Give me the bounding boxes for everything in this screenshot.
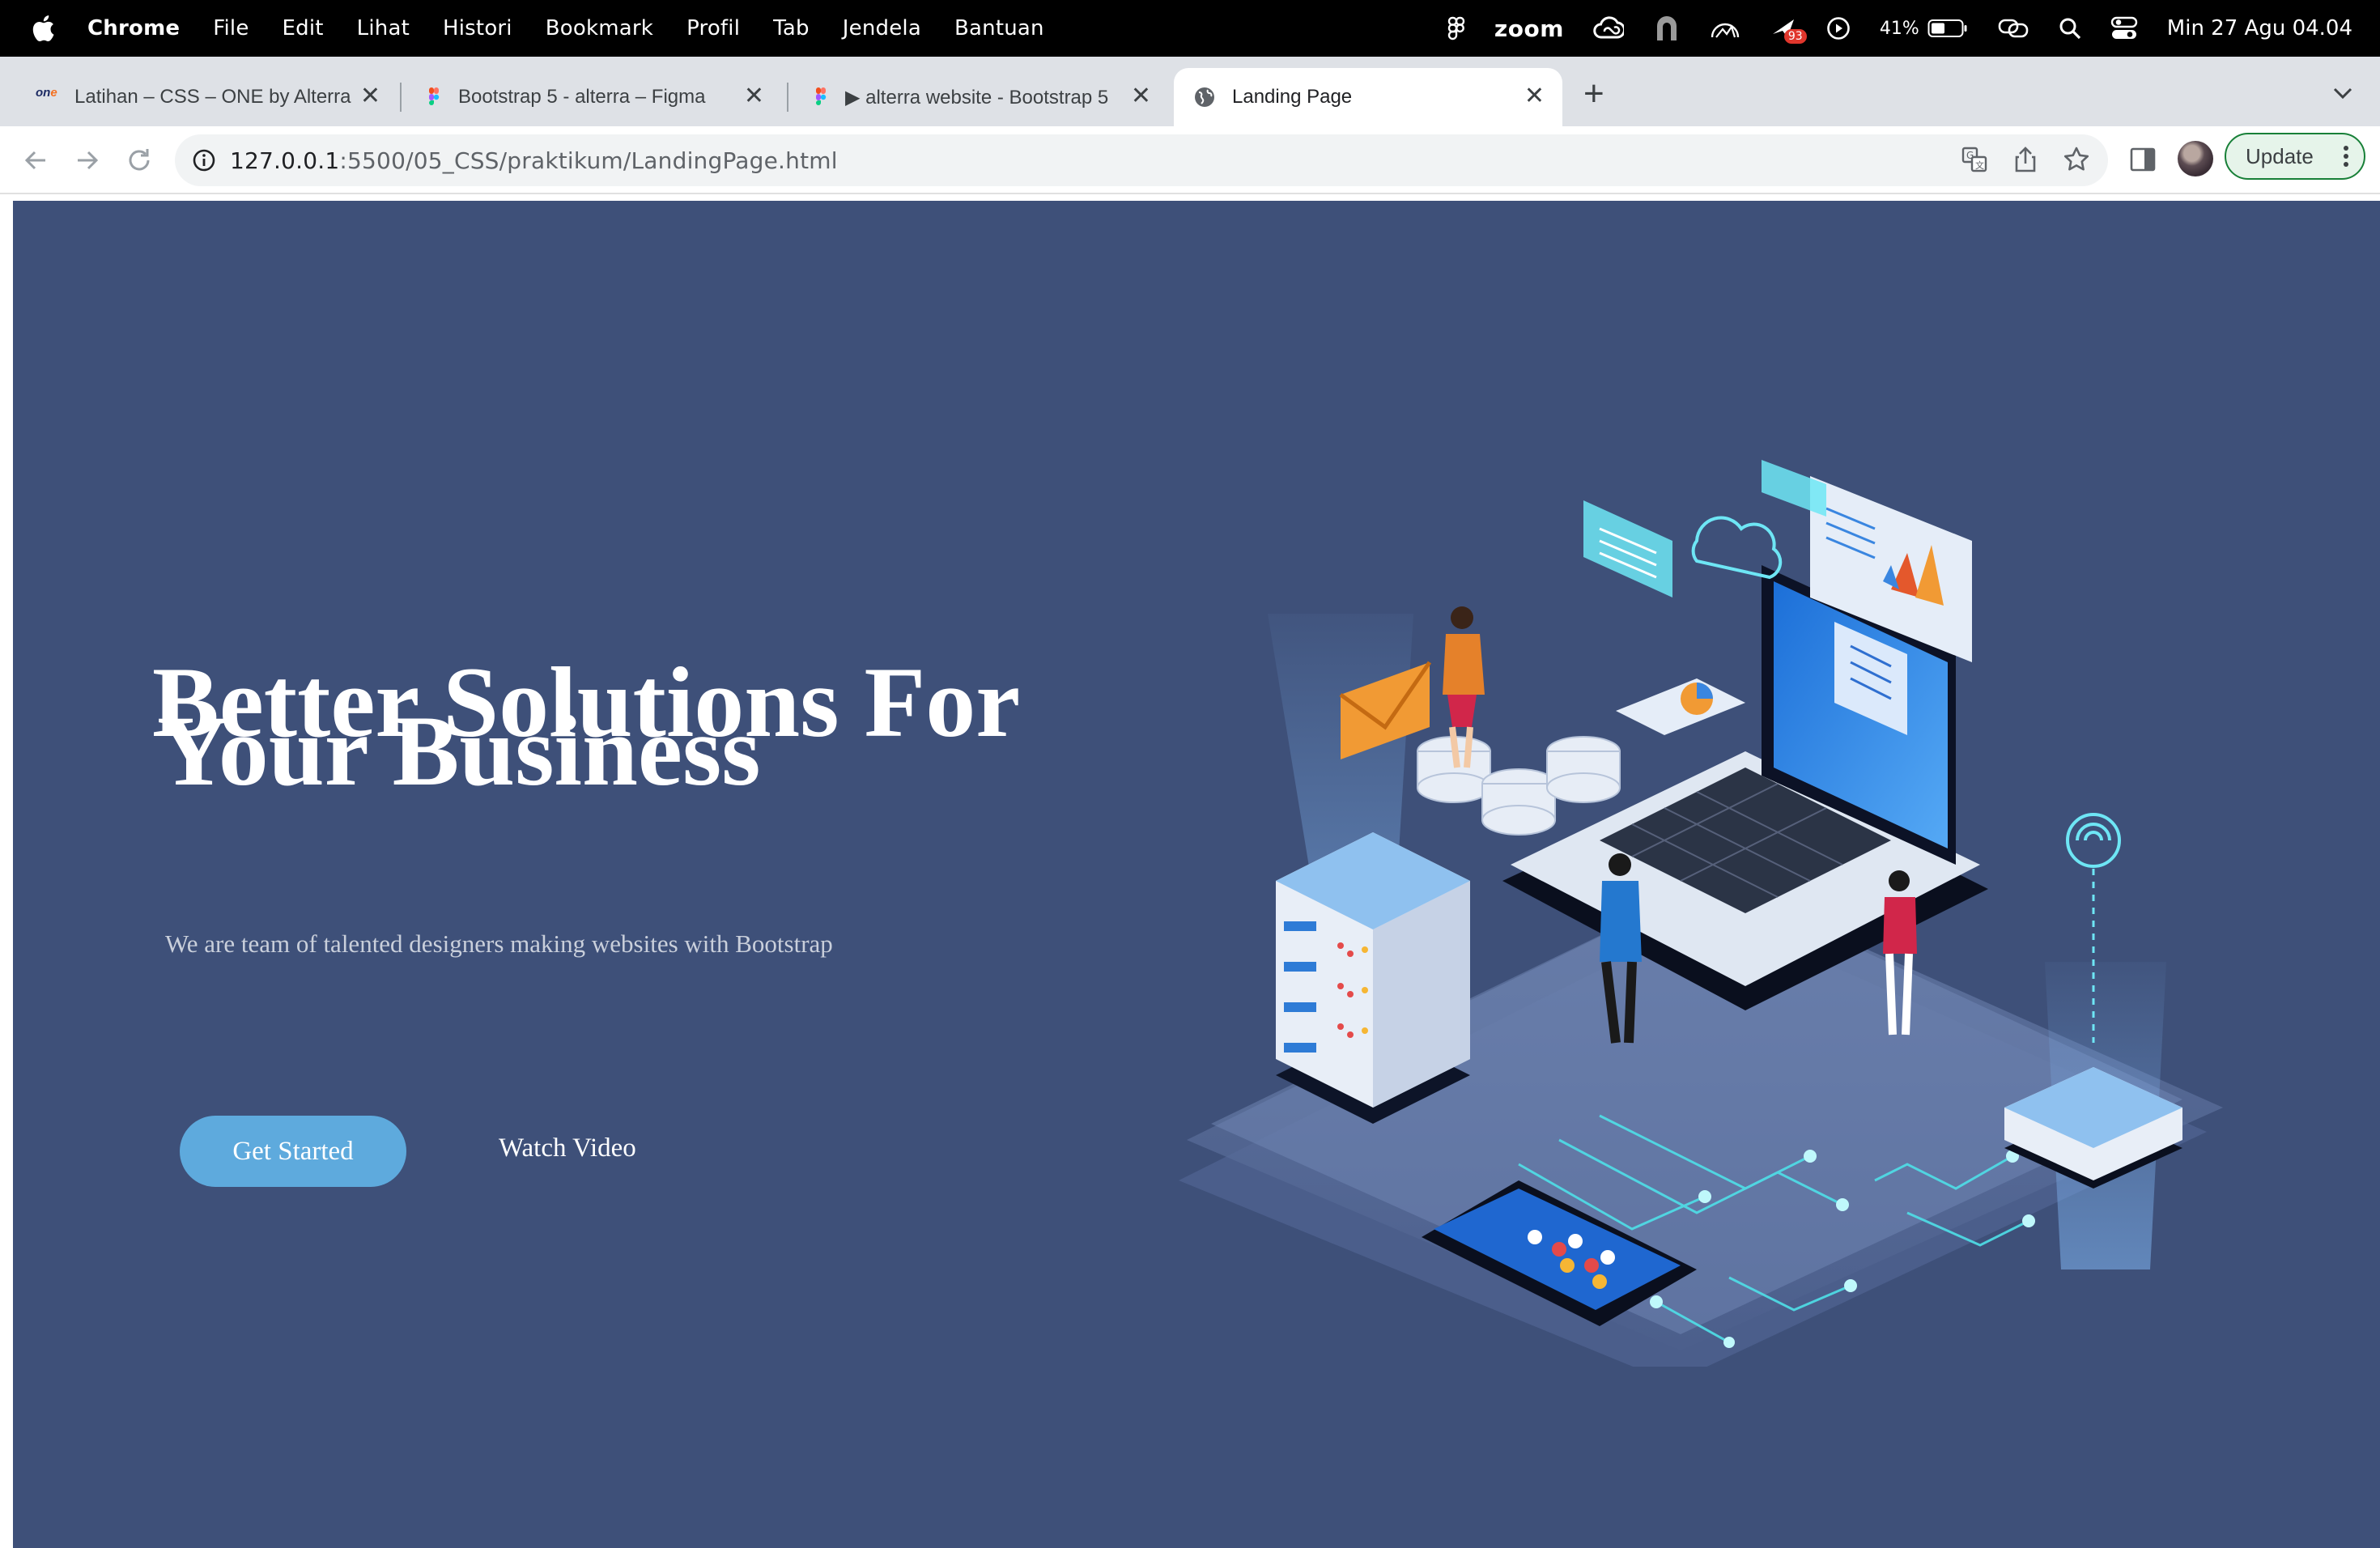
figma-icon [816,87,827,105]
tab-figma-bootstrap[interactable]: Bootstrap 5 - alterra – Figma ✕ [405,68,782,126]
hero-title: Better Solutions For Your Business [152,653,1043,802]
macos-menu-bar: Chrome File Edit Lihat Histori Bookmark … [0,0,2380,57]
zoom-status-icon[interactable]: zoom [1494,15,1564,42]
creative-cloud-icon[interactable] [1593,16,1624,40]
apple-logo-icon[interactable] [31,15,55,42]
tab-title: Landing Page [1232,86,1353,108]
figma-status-icon[interactable] [1447,16,1465,40]
translate-icon[interactable]: G文 [1961,146,1988,173]
update-label: Update [2246,143,2314,168]
gauge-icon[interactable] [1710,16,1740,40]
page-viewport: Better Solutions For Your Business We ar… [0,196,2380,1548]
tab-title: Bootstrap 5 - alterra – Figma [458,86,706,108]
update-button[interactable]: Update [2225,133,2365,180]
tab-title: Latihan – CSS – ONE by Alterra [74,86,351,108]
hero-illustration [1179,460,2223,1367]
menu-histori[interactable]: Histori [443,16,512,40]
address-bar[interactable]: 127.0.0.1:5500/05_CSS/praktikum/LandingP… [175,134,2108,186]
address-url[interactable]: 127.0.0.1:5500/05_CSS/praktikum/LandingP… [230,147,838,174]
one-logo-icon: one [36,86,57,100]
more-vert-icon[interactable] [2343,144,2349,168]
bookmark-star-icon[interactable] [2063,146,2090,173]
tab-separator [787,83,788,112]
tab-latihan-css[interactable]: one Latihan – CSS – ONE by Alterra ✕ [3,68,398,126]
share-icon[interactable] [2012,146,2038,173]
menu-bar-clock[interactable]: Min 27 Agu 04.04 [2167,16,2352,40]
reload-icon[interactable] [123,144,155,176]
arch-app-icon[interactable] [1653,15,1681,42]
side-panel-icon[interactable] [2129,146,2157,173]
forward-arrow-icon[interactable] [71,144,104,176]
tab-alterra-website[interactable]: ▶ alterra website - Bootstrap 5 ✕ [792,68,1169,126]
get-started-button[interactable]: Get Started [180,1116,406,1187]
hero-subtitle: We are team of talented designers making… [165,929,833,958]
browser-toolbar: 127.0.0.1:5500/05_CSS/praktikum/LandingP… [0,126,2380,194]
hero-section: Better Solutions For Your Business We ar… [13,201,2380,1548]
play-circle-icon[interactable] [1826,16,1851,40]
menu-lihat[interactable]: Lihat [357,16,410,40]
tab-separator [400,83,402,112]
new-tab-button[interactable]: + [1583,76,1604,112]
globe-icon [1195,87,1214,107]
tab-close-icon[interactable]: ✕ [360,84,380,108]
menu-edit[interactable]: Edit [283,16,324,40]
tab-close-icon[interactable]: ✕ [744,84,764,108]
battery-icon[interactable] [1927,19,1968,38]
figma-icon [429,87,440,105]
site-info-icon[interactable] [191,147,217,173]
menu-profil[interactable]: Profil [686,16,740,40]
control-center-icon[interactable] [2110,16,2138,40]
browser-tab-strip: one Latihan – CSS – ONE by Alterra ✕ Boo… [0,57,2380,126]
link-sync-icon[interactable] [1997,17,2029,40]
menu-bantuan[interactable]: Bantuan [954,16,1044,40]
tab-search-chevron-icon[interactable] [2331,86,2354,100]
battery-percentage: 41% [1879,18,1919,39]
menu-jendela[interactable]: Jendela [843,16,921,40]
tab-close-icon[interactable]: ✕ [1131,84,1151,108]
back-arrow-icon[interactable] [19,144,52,176]
svg-text:G: G [1966,150,1974,161]
watch-video-link[interactable]: Watch Video [499,1133,636,1163]
menu-file[interactable]: File [213,16,249,40]
notification-app-icon[interactable]: 93 [1770,16,1807,44]
tab-title: ▶ alterra website - Bootstrap 5 [845,86,1109,108]
svg-text:文: 文 [1975,159,1984,171]
spotlight-search-icon[interactable] [2059,17,2081,40]
menu-bookmark[interactable]: Bookmark [546,16,653,40]
notification-badge: 93 [1783,29,1807,44]
profile-avatar[interactable] [2178,141,2213,176]
menu-chrome[interactable]: Chrome [87,16,180,40]
tab-close-icon[interactable]: ✕ [1524,84,1545,108]
menu-tab[interactable]: Tab [773,16,810,40]
tab-landing-page[interactable]: Landing Page ✕ [1174,68,1562,126]
